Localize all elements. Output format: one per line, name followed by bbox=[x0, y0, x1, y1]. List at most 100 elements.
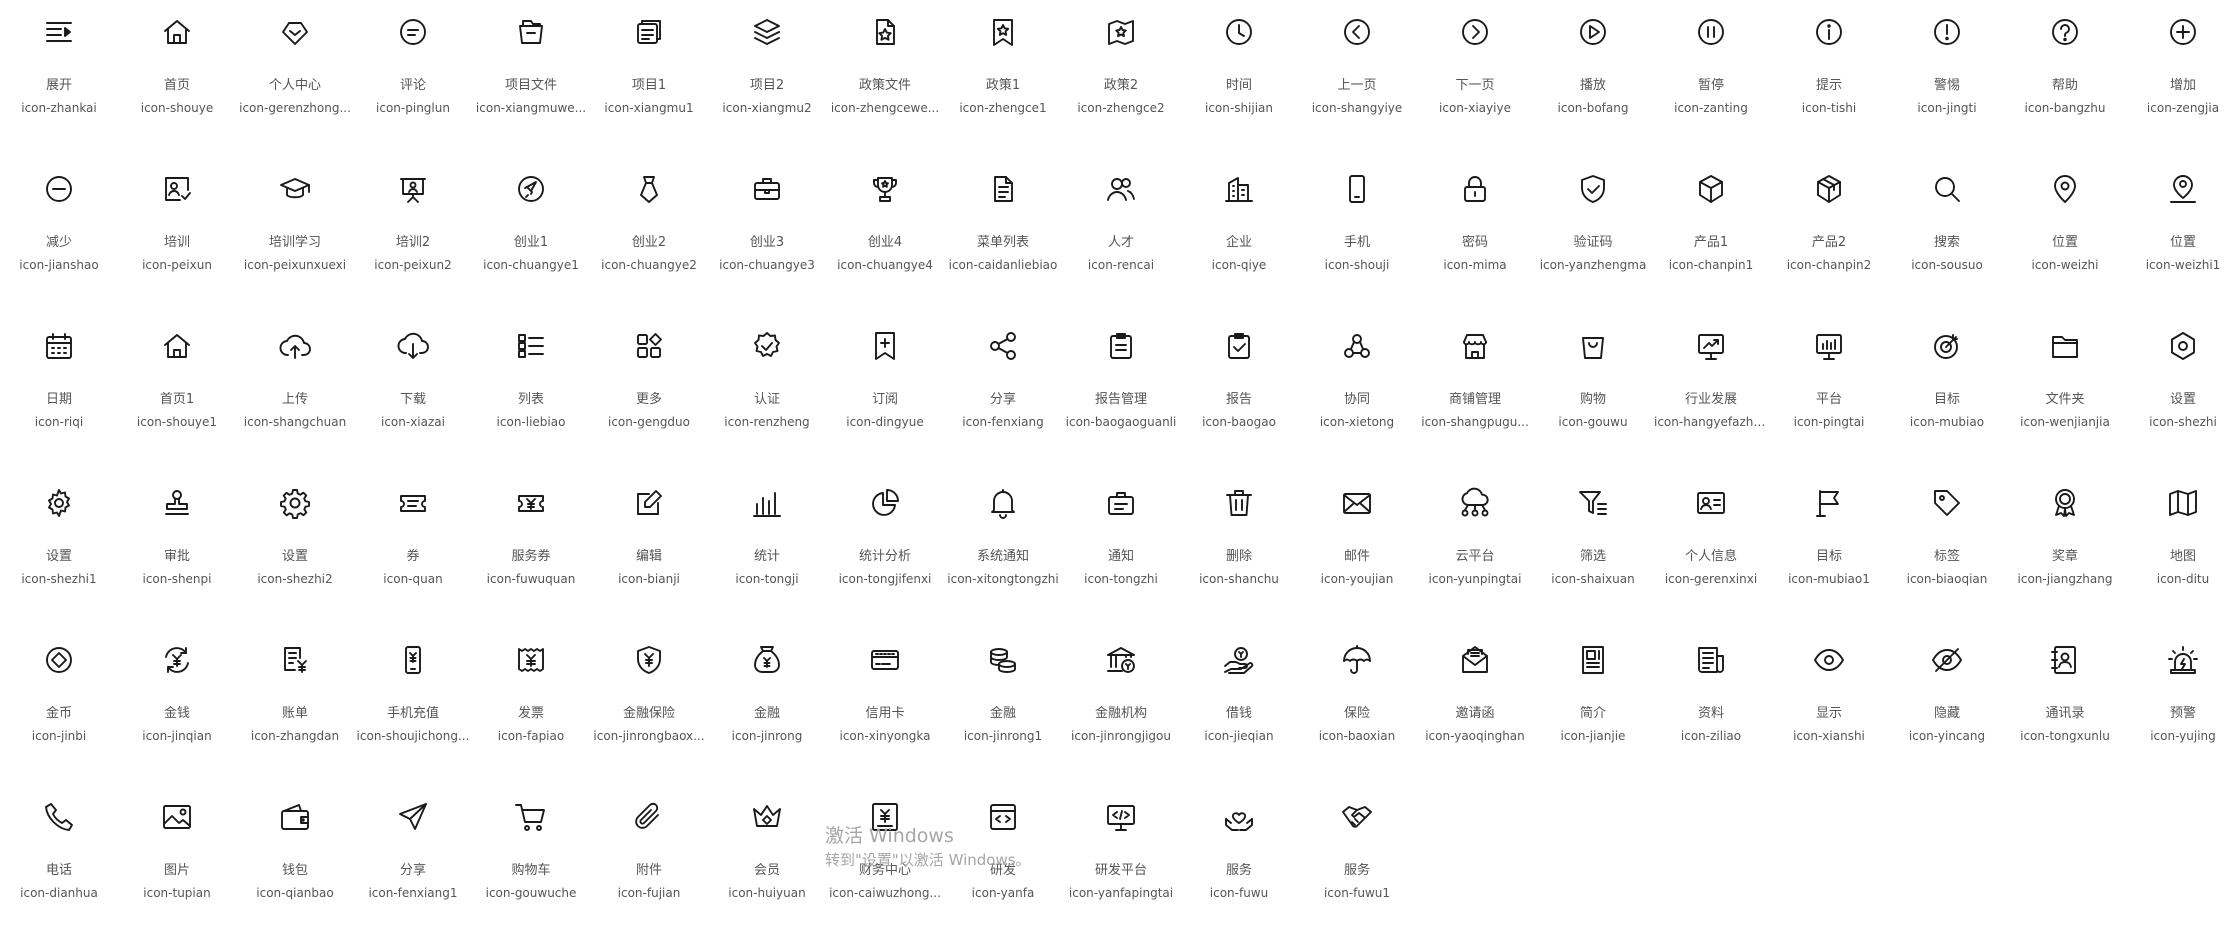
icon-card-icon-rencai[interactable]: 人才 icon-rencai bbox=[1062, 157, 1180, 314]
icon-card-icon-tongji[interactable]: 统计 icon-tongji bbox=[708, 471, 826, 628]
icon-card-icon-jinbi[interactable]: 金币 icon-jinbi bbox=[0, 628, 118, 785]
icon-card-icon-shangpugu[interactable]: 商铺管理 icon-shangpugu... bbox=[1416, 314, 1534, 471]
icon-card-icon-gerenzhong[interactable]: 个人中心 icon-gerenzhong... bbox=[236, 0, 354, 157]
icon-card-icon-xinyongka[interactable]: 信用卡 icon-xinyongka bbox=[826, 628, 944, 785]
icon-card-icon-caiwuzhong[interactable]: 财务中心 icon-caiwuzhong... bbox=[826, 785, 944, 942]
icon-card-icon-yujing[interactable]: 预警 icon-yujing bbox=[2124, 628, 2231, 785]
icon-card-icon-zhengce2[interactable]: 政策2 icon-zhengce2 bbox=[1062, 0, 1180, 157]
icon-card-icon-jianshao[interactable]: 减少 icon-jianshao bbox=[0, 157, 118, 314]
icon-card-icon-jinrongbaox[interactable]: 金融保险 icon-jinrongbaox... bbox=[590, 628, 708, 785]
icon-card-icon-youjian[interactable]: 邮件 icon-youjian bbox=[1298, 471, 1416, 628]
icon-card-icon-fenxiang1[interactable]: 分享 icon-fenxiang1 bbox=[354, 785, 472, 942]
icon-card-icon-jinqian[interactable]: 金钱 icon-jinqian bbox=[118, 628, 236, 785]
icon-card-icon-fenxiang[interactable]: 分享 icon-fenxiang bbox=[944, 314, 1062, 471]
icon-card-icon-dianhua[interactable]: 电话 icon-dianhua bbox=[0, 785, 118, 942]
icon-card-icon-shanchu[interactable]: 删除 icon-shanchu bbox=[1180, 471, 1298, 628]
icon-card-icon-gengduo[interactable]: 更多 icon-gengduo bbox=[590, 314, 708, 471]
icon-card-icon-xianshi[interactable]: 显示 icon-xianshi bbox=[1770, 628, 1888, 785]
icon-card-icon-jiangzhang[interactable]: 奖章 icon-jiangzhang bbox=[2006, 471, 2124, 628]
icon-card-icon-ziliao[interactable]: 资料 icon-ziliao bbox=[1652, 628, 1770, 785]
icon-card-icon-xietong[interactable]: 协同 icon-xietong bbox=[1298, 314, 1416, 471]
icon-card-icon-tongxunlu[interactable]: 通讯录 icon-tongxunlu bbox=[2006, 628, 2124, 785]
icon-card-icon-xiazai[interactable]: 下载 icon-xiazai bbox=[354, 314, 472, 471]
icon-card-icon-riqi[interactable]: 日期 icon-riqi bbox=[0, 314, 118, 471]
icon-card-icon-xiangmuwe[interactable]: 项目文件 icon-xiangmuwe... bbox=[472, 0, 590, 157]
icon-card-icon-baogaoguanli[interactable]: 报告管理 icon-baogaoguanli bbox=[1062, 314, 1180, 471]
icon-card-icon-shangchuan[interactable]: 上传 icon-shangchuan bbox=[236, 314, 354, 471]
icon-card-icon-bofang[interactable]: 播放 icon-bofang bbox=[1534, 0, 1652, 157]
icon-card-icon-jingti[interactable]: 警惕 icon-jingti bbox=[1888, 0, 2006, 157]
icon-card-icon-yanfapingtai[interactable]: 研发平台 icon-yanfapingtai bbox=[1062, 785, 1180, 942]
icon-card-icon-shouye[interactable]: 首页 icon-shouye bbox=[118, 0, 236, 157]
icon-card-icon-shouye1[interactable]: 首页1 icon-shouye1 bbox=[118, 314, 236, 471]
icon-card-icon-mubiao1[interactable]: 目标 icon-mubiao1 bbox=[1770, 471, 1888, 628]
icon-card-icon-shijian[interactable]: 时间 icon-shijian bbox=[1180, 0, 1298, 157]
icon-card-icon-biaoqian[interactable]: 标签 icon-biaoqian bbox=[1888, 471, 2006, 628]
icon-card-icon-fuwu[interactable]: 服务 icon-fuwu bbox=[1180, 785, 1298, 942]
icon-card-icon-shezhi1[interactable]: 设置 icon-shezhi1 bbox=[0, 471, 118, 628]
icon-card-icon-chuangye3[interactable]: 创业3 icon-chuangye3 bbox=[708, 157, 826, 314]
icon-card-icon-shoujichong[interactable]: 手机充值 icon-shoujichong... bbox=[354, 628, 472, 785]
icon-card-icon-chuangye2[interactable]: 创业2 icon-chuangye2 bbox=[590, 157, 708, 314]
icon-card-icon-chuangye1[interactable]: 创业1 icon-chuangye1 bbox=[472, 157, 590, 314]
icon-card-icon-pinglun[interactable]: 评论 icon-pinglun bbox=[354, 0, 472, 157]
icon-card-icon-xiayiye[interactable]: 下一页 icon-xiayiye bbox=[1416, 0, 1534, 157]
icon-card-icon-zhengce1[interactable]: 政策1 icon-zhengce1 bbox=[944, 0, 1062, 157]
icon-card-icon-zengjia[interactable]: 增加 icon-zengjia bbox=[2124, 0, 2231, 157]
icon-card-icon-fuwu1[interactable]: 服务 icon-fuwu1 bbox=[1298, 785, 1416, 942]
icon-card-icon-yanfa[interactable]: 研发 icon-yanfa bbox=[944, 785, 1062, 942]
icon-card-icon-zhengcewe[interactable]: 政策文件 icon-zhengcewe... bbox=[826, 0, 944, 157]
icon-card-icon-weizhi[interactable]: 位置 icon-weizhi bbox=[2006, 157, 2124, 314]
icon-card-icon-liebiao[interactable]: 列表 icon-liebiao bbox=[472, 314, 590, 471]
icon-card-icon-jinrong[interactable]: 金融 icon-jinrong bbox=[708, 628, 826, 785]
icon-card-icon-peixunxuexi[interactable]: 培训学习 icon-peixunxuexi bbox=[236, 157, 354, 314]
icon-card-icon-tongjifenxi[interactable]: 统计分析 icon-tongjifenxi bbox=[826, 471, 944, 628]
icon-card-icon-qiye[interactable]: 企业 icon-qiye bbox=[1180, 157, 1298, 314]
icon-card-icon-dingyue[interactable]: 订阅 icon-dingyue bbox=[826, 314, 944, 471]
icon-card-icon-weizhi1[interactable]: 位置 icon-weizhi1 bbox=[2124, 157, 2231, 314]
icon-card-icon-yunpingtai[interactable]: 云平台 icon-yunpingtai bbox=[1416, 471, 1534, 628]
icon-card-icon-jieqian[interactable]: 借钱 icon-jieqian bbox=[1180, 628, 1298, 785]
icon-card-icon-mima[interactable]: 密码 icon-mima bbox=[1416, 157, 1534, 314]
icon-card-icon-jinrongjigou[interactable]: 金融机构 icon-jinrongjigou bbox=[1062, 628, 1180, 785]
icon-card-icon-peixun[interactable]: 培训 icon-peixun bbox=[118, 157, 236, 314]
icon-card-icon-shenpi[interactable]: 审批 icon-shenpi bbox=[118, 471, 236, 628]
icon-card-icon-xitongtongzhi[interactable]: 系统通知 icon-xitongtongzhi bbox=[944, 471, 1062, 628]
icon-card-icon-jinrong1[interactable]: 金融 icon-jinrong1 bbox=[944, 628, 1062, 785]
icon-card-icon-ditu[interactable]: 地图 icon-ditu bbox=[2124, 471, 2231, 628]
icon-card-icon-xiangmu2[interactable]: 项目2 icon-xiangmu2 bbox=[708, 0, 826, 157]
icon-card-icon-jianjie[interactable]: 简介 icon-jianjie bbox=[1534, 628, 1652, 785]
icon-card-icon-shangyiye[interactable]: 上一页 icon-shangyiye bbox=[1298, 0, 1416, 157]
icon-card-icon-zhankai[interactable]: 展开 icon-zhankai bbox=[0, 0, 118, 157]
icon-card-icon-chanpin1[interactable]: 产品1 icon-chanpin1 bbox=[1652, 157, 1770, 314]
icon-card-icon-quan[interactable]: 券 icon-quan bbox=[354, 471, 472, 628]
icon-card-icon-chuangye4[interactable]: 创业4 icon-chuangye4 bbox=[826, 157, 944, 314]
icon-card-icon-gouwuche[interactable]: 购物车 icon-gouwuche bbox=[472, 785, 590, 942]
icon-card-icon-shouji[interactable]: 手机 icon-shouji bbox=[1298, 157, 1416, 314]
icon-card-icon-yanzhengma[interactable]: 验证码 icon-yanzhengma bbox=[1534, 157, 1652, 314]
icon-card-icon-gerenxinxi[interactable]: 个人信息 icon-gerenxinxi bbox=[1652, 471, 1770, 628]
icon-card-icon-baoxian[interactable]: 保险 icon-baoxian bbox=[1298, 628, 1416, 785]
icon-card-icon-bangzhu[interactable]: 帮助 icon-bangzhu bbox=[2006, 0, 2124, 157]
icon-card-icon-yaoqinghan[interactable]: 邀请函 icon-yaoqinghan bbox=[1416, 628, 1534, 785]
icon-card-icon-shezhi2[interactable]: 设置 icon-shezhi2 bbox=[236, 471, 354, 628]
icon-card-icon-qianbao[interactable]: 钱包 icon-qianbao bbox=[236, 785, 354, 942]
icon-card-icon-shaixuan[interactable]: 筛选 icon-shaixuan bbox=[1534, 471, 1652, 628]
icon-card-icon-mubiao[interactable]: 目标 icon-mubiao bbox=[1888, 314, 2006, 471]
icon-card-icon-sousuo[interactable]: 搜索 icon-sousuo bbox=[1888, 157, 2006, 314]
icon-card-icon-fuwuquan[interactable]: 服务券 icon-fuwuquan bbox=[472, 471, 590, 628]
icon-card-icon-fapiao[interactable]: 发票 icon-fapiao bbox=[472, 628, 590, 785]
icon-card-icon-tishi[interactable]: 提示 icon-tishi bbox=[1770, 0, 1888, 157]
icon-card-icon-gouwu[interactable]: 购物 icon-gouwu bbox=[1534, 314, 1652, 471]
icon-card-icon-fujian[interactable]: 附件 icon-fujian bbox=[590, 785, 708, 942]
icon-card-icon-caidanliebiao[interactable]: 菜单列表 icon-caidanliebiao bbox=[944, 157, 1062, 314]
icon-card-icon-shezhi[interactable]: 设置 icon-shezhi bbox=[2124, 314, 2231, 471]
icon-card-icon-zhangdan[interactable]: 账单 icon-zhangdan bbox=[236, 628, 354, 785]
icon-card-icon-tupian[interactable]: 图片 icon-tupian bbox=[118, 785, 236, 942]
icon-card-icon-huiyuan[interactable]: 会员 icon-huiyuan bbox=[708, 785, 826, 942]
icon-card-icon-renzheng[interactable]: 认证 icon-renzheng bbox=[708, 314, 826, 471]
icon-card-icon-wenjianjia[interactable]: 文件夹 icon-wenjianjia bbox=[2006, 314, 2124, 471]
icon-card-icon-hangyefazhan[interactable]: 行业发展 icon-hangyefazhan bbox=[1652, 314, 1770, 471]
icon-card-icon-chanpin2[interactable]: 产品2 icon-chanpin2 bbox=[1770, 157, 1888, 314]
icon-card-icon-peixun2[interactable]: 培训2 icon-peixun2 bbox=[354, 157, 472, 314]
